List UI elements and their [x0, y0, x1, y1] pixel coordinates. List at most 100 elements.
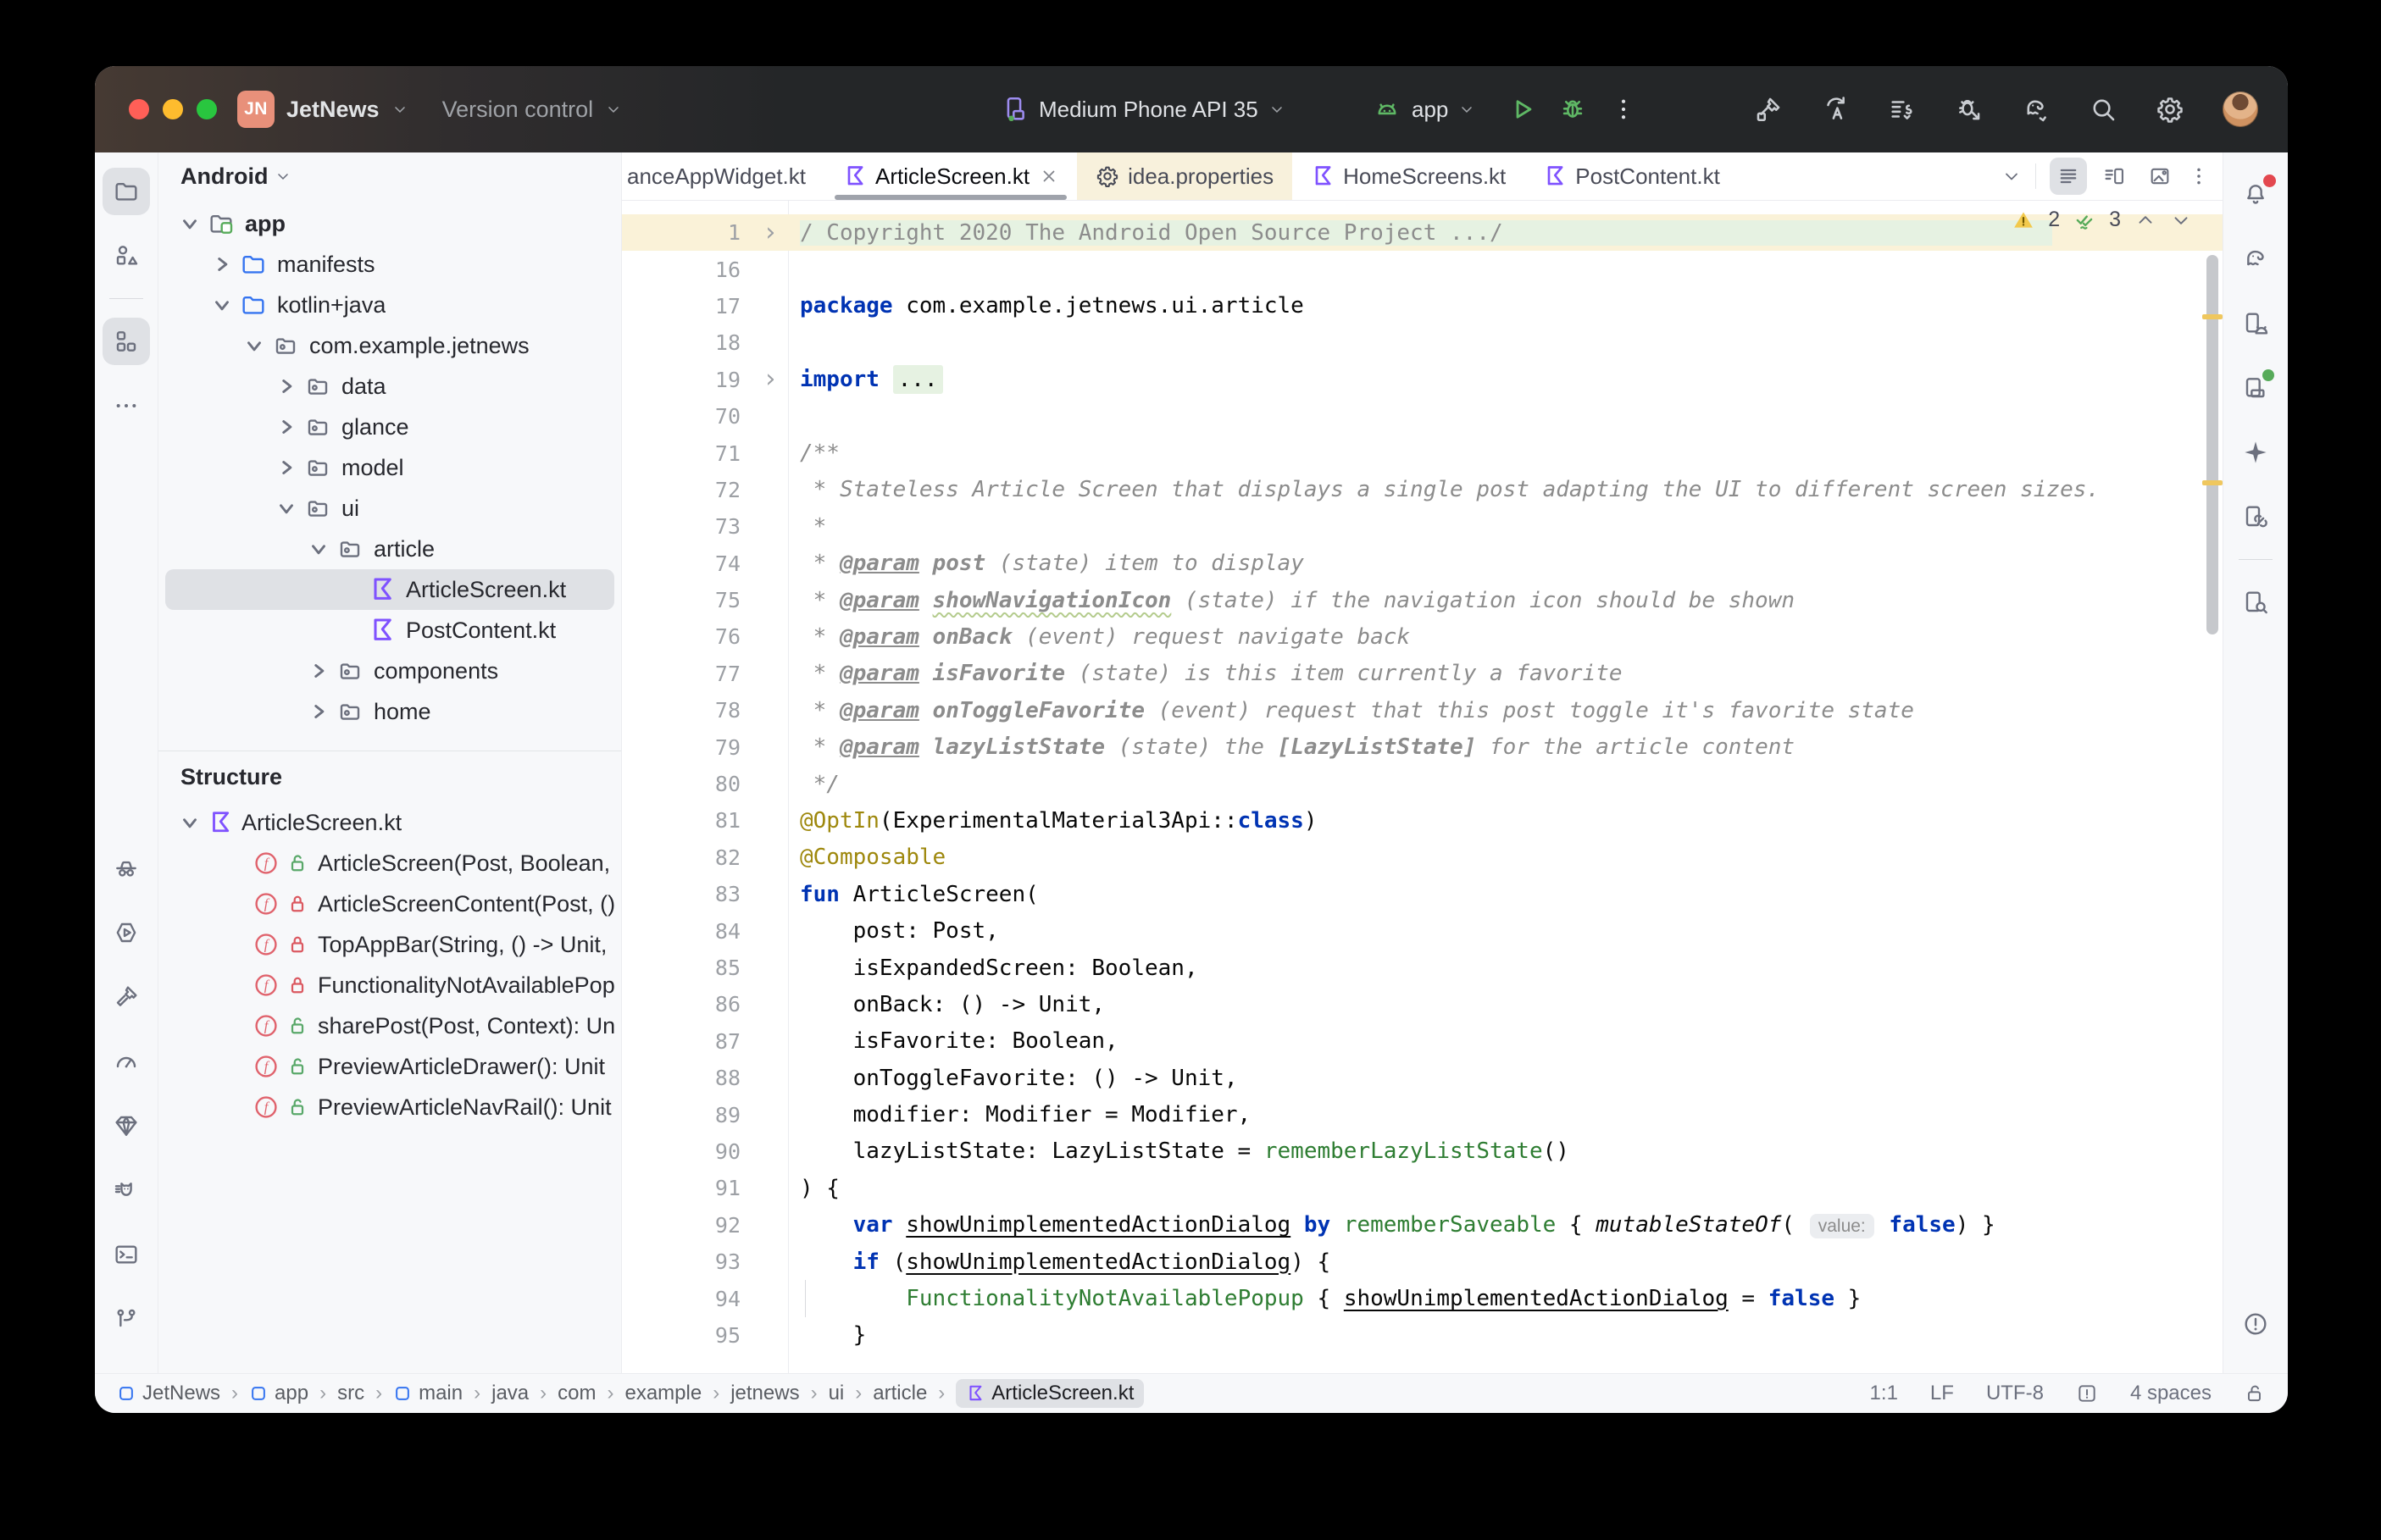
tree-item-article[interactable]: article — [165, 529, 614, 569]
profiler-icon[interactable] — [103, 1038, 150, 1085]
app-quality-insights-icon[interactable] — [103, 845, 150, 892]
tree-item-clipped[interactable] — [165, 732, 614, 742]
chevron-down-icon[interactable] — [179, 213, 201, 235]
close-icon[interactable] — [1040, 167, 1058, 186]
run-button[interactable] — [1507, 95, 1536, 124]
run-configuration-selector[interactable]: app — [1412, 97, 1448, 123]
terminal-icon[interactable] — [103, 1231, 150, 1278]
code-line-89[interactable]: 89 modifier: Modifier = Modifier, — [622, 1096, 2223, 1133]
minimize-window-button[interactable] — [163, 99, 183, 119]
debug-button[interactable] — [1558, 95, 1587, 124]
code-line-90[interactable]: 90 lazyListState: LazyListState = rememb… — [622, 1133, 2223, 1170]
structure-item[interactable]: f PreviewArticleNavRail(): Unit — [165, 1087, 614, 1127]
device-explorer-icon[interactable] — [2232, 579, 2279, 626]
split-editor-button[interactable] — [2095, 158, 2133, 195]
code-line-95[interactable]: 95 } — [622, 1317, 2223, 1354]
problems-icon[interactable] — [2232, 1300, 2279, 1348]
code-line-82[interactable]: 82 @Composable — [622, 839, 2223, 876]
code-line-19[interactable]: 19 › import ... — [622, 362, 2223, 398]
fold-chevron-icon[interactable]: › — [752, 367, 788, 392]
tree-item-articlescreen-kt[interactable]: ArticleScreen.kt — [165, 569, 614, 610]
device-manager-icon[interactable] — [2232, 364, 2279, 412]
more-tool-windows-icon[interactable] — [103, 382, 150, 429]
chevron-down-icon[interactable] — [179, 812, 201, 834]
code-line-70[interactable]: 70 — [622, 398, 2223, 435]
more-actions-kebab-icon[interactable] — [1609, 95, 1638, 124]
tree-item-app[interactable]: app — [165, 203, 614, 244]
structure-item[interactable]: f FunctionalityNotAvailablePop — [165, 965, 614, 1005]
tab-idea-properties[interactable]: idea.properties — [1077, 152, 1293, 200]
breadcrumb-item-main[interactable]: main — [393, 1382, 463, 1405]
tabs-dropdown-chevron-icon[interactable] — [2001, 166, 2022, 186]
chevron-right-icon[interactable] — [275, 457, 297, 479]
user-avatar[interactable] — [2223, 91, 2258, 127]
chevron-down-icon[interactable] — [308, 538, 330, 560]
editor-scrollbar[interactable] — [2206, 255, 2218, 634]
attach-debugger-icon[interactable] — [1955, 95, 1984, 124]
close-window-button[interactable] — [129, 99, 149, 119]
tree-item-glance[interactable]: glance — [165, 407, 614, 447]
code-line-87[interactable]: 87 isFavorite: Boolean, — [622, 1023, 2223, 1060]
code-line-84[interactable]: 84 post: Post, — [622, 912, 2223, 949]
code-line-83[interactable]: 83 fun ArticleScreen( — [622, 876, 2223, 912]
structure-item[interactable]: f TopAppBar(String, () -> Unit, — [165, 924, 614, 965]
structure-item[interactable]: f ArticleScreen(Post, Boolean, — [165, 843, 614, 884]
code-line-76[interactable]: 76 * @param onBack (event) request navig… — [622, 618, 2223, 655]
code-line-74[interactable]: 74 * @param post (state) item to display — [622, 546, 2223, 582]
code-line-92[interactable]: 92 var showUnimplementedActionDialog by … — [622, 1207, 2223, 1244]
list-view-button[interactable] — [2050, 158, 2087, 195]
code-line-94[interactable]: 94 FunctionalityNotAvailablePopup { show… — [622, 1280, 2223, 1317]
build-hammer-icon[interactable] — [1754, 95, 1783, 124]
code-line-88[interactable]: 88 onToggleFavorite: () -> Unit, — [622, 1060, 2223, 1096]
code-line-77[interactable]: 77 * @param isFavorite (state) is this i… — [622, 656, 2223, 692]
notifications-bell-icon[interactable] — [2232, 171, 2279, 219]
tab-homescreens-kt[interactable]: HomeScreens.kt — [1292, 152, 1524, 200]
breadcrumb-item-articlescreen-kt[interactable]: ArticleScreen.kt — [956, 1379, 1145, 1408]
scrollbar-warning-mark[interactable] — [2202, 314, 2223, 319]
breadcrumb-item-app[interactable]: app — [249, 1382, 308, 1405]
chevron-right-icon[interactable] — [308, 701, 330, 723]
tree-item-postcontent-kt[interactable]: PostContent.kt — [165, 610, 614, 651]
tree-item-model[interactable]: model — [165, 447, 614, 488]
chevron-down-icon[interactable] — [243, 335, 265, 357]
breadcrumb-item-jetnews[interactable]: JetNews — [117, 1382, 220, 1405]
code-line-71[interactable]: 71 /** — [622, 435, 2223, 471]
project-tool-icon[interactable] — [103, 168, 150, 215]
tab-articlescreen-kt[interactable]: ArticleScreen.kt — [824, 152, 1077, 200]
build-tool-icon[interactable] — [103, 973, 150, 1021]
code-line-81[interactable]: 81 @OptIn(ExperimentalMaterial3Api::class… — [622, 802, 2223, 839]
code-line-86[interactable]: 86 onBack: () -> Unit, — [622, 986, 2223, 1022]
gradle-icon[interactable] — [2232, 235, 2279, 283]
code-line-93[interactable]: 93 if (showUnimplementedActionDialog) { — [622, 1244, 2223, 1280]
running-devices-icon[interactable] — [2232, 300, 2279, 347]
zoom-window-button[interactable] — [197, 99, 217, 119]
line-separator[interactable]: LF — [1930, 1382, 1954, 1405]
breadcrumb-item-ui[interactable]: ui — [829, 1382, 845, 1405]
chevron-right-icon[interactable] — [275, 416, 297, 438]
tab-anceappwidget-kt[interactable]: anceAppWidget.kt — [622, 152, 824, 200]
project-view-selector[interactable]: Android — [180, 163, 268, 190]
code-editor[interactable]: 1 › / Copyright 2020 The Android Open Sour… — [622, 201, 2223, 1373]
structure-item[interactable]: f ArticleScreenContent(Post, () — [165, 884, 614, 924]
run-tool-icon[interactable] — [103, 909, 150, 956]
chevron-right-icon[interactable] — [275, 375, 297, 397]
device-mirroring-icon[interactable] — [2232, 493, 2279, 540]
code-line-91[interactable]: 91) { — [622, 1170, 2223, 1206]
breadcrumb-item-article[interactable]: article — [873, 1382, 927, 1405]
chevron-down-icon[interactable] — [211, 294, 233, 316]
chevron-right-icon[interactable] — [308, 660, 330, 682]
structure-file-row[interactable]: ArticleScreen.kt — [165, 802, 614, 843]
version-control-icon[interactable] — [103, 1295, 150, 1343]
code-line-18[interactable]: 18 — [622, 324, 2223, 361]
writable-lock-icon[interactable] — [2244, 1382, 2266, 1404]
chevron-down-icon[interactable] — [275, 497, 297, 519]
tree-item-components[interactable]: components — [165, 651, 614, 691]
sync-translate-icon[interactable] — [1821, 95, 1850, 124]
prev-problem-chevron-icon[interactable] — [2134, 209, 2156, 231]
vcs-widget[interactable]: Version control — [442, 97, 594, 123]
tree-item-com-example-jetnews[interactable]: com.example.jetnews — [165, 325, 614, 366]
tree-item-kotlin-java[interactable]: kotlin+java — [165, 285, 614, 325]
code-line-1[interactable]: 1 › / Copyright 2020 The Android Open Sour… — [622, 214, 2223, 252]
tree-item-data[interactable]: data — [165, 366, 614, 407]
project-selector[interactable]: JetNews — [286, 97, 380, 123]
